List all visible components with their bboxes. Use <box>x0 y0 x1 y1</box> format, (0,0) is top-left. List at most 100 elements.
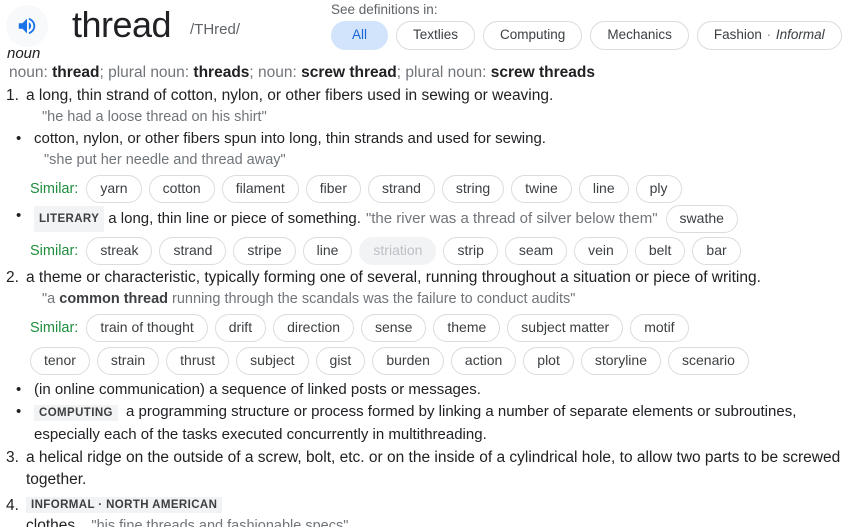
similar-label: Similar: <box>30 243 79 259</box>
filter-chip-fashion[interactable]: Fashion · Informal <box>696 21 842 50</box>
sense-definition: a long, thin strand of cotton, nylon, or… <box>26 87 554 104</box>
similar-row: tenor strain thrust subject gist burden … <box>4 347 851 375</box>
synonym-chip[interactable]: plot <box>523 347 574 375</box>
synonym-chip[interactable]: subject <box>236 347 309 375</box>
sense-definition: a theme or characteristic, typically for… <box>26 269 761 286</box>
sense-number: 3. <box>6 449 19 466</box>
synonym-chip[interactable]: drift <box>214 314 267 342</box>
synonym-chip[interactable]: gist <box>315 347 366 375</box>
form-value-1: thread <box>52 64 100 81</box>
see-definitions-in-label: See definitions in: <box>331 2 438 17</box>
category-filter-chips: All Textlies Computing Mechanics Fashion… <box>331 21 842 50</box>
sense-example: "he had a loose thread on his shirt" <box>42 109 267 125</box>
sense-1: 1. a long, thin strand of cotton, nylon,… <box>4 85 851 128</box>
synonym-chip-hovered[interactable]: striation <box>359 237 437 265</box>
synonym-chip[interactable]: scenario <box>668 347 749 375</box>
sense-3: 3. a helical ridge on the outside of a s… <box>4 447 851 491</box>
literary-definition: a long, thin line or piece of something. <box>108 210 361 227</box>
synonym-chip[interactable]: theme <box>433 314 501 342</box>
synonym-chip[interactable]: thrust <box>166 347 230 375</box>
literary-example: "the river was a thread of silver below … <box>365 210 658 227</box>
subsense-definition: cotton, nylon, or other fibers spun into… <box>34 130 546 147</box>
synonym-chip[interactable]: yarn <box>86 175 142 203</box>
chip-separator-dot: · <box>762 27 775 42</box>
similar-label: Similar: <box>30 320 79 336</box>
synonym-chip[interactable]: strain <box>96 347 160 375</box>
sense-number: 2. <box>6 269 19 286</box>
similar-block-1: Similar: yarn cotton filament fiber stra… <box>4 175 851 203</box>
synonym-chip[interactable]: train of thought <box>86 314 208 342</box>
synonym-chip[interactable]: twine <box>511 175 572 203</box>
synonym-chip[interactable]: storyline <box>580 347 661 375</box>
filter-chip-textlies[interactable]: Textlies <box>396 21 476 50</box>
synonym-chip[interactable]: fiber <box>305 175 361 203</box>
synonym-chip[interactable]: strip <box>443 237 498 265</box>
synonym-chip[interactable]: motif <box>630 314 689 342</box>
synonym-chip[interactable]: burden <box>372 347 444 375</box>
sense-1-subsense-example: "she put her needle and thread away" <box>44 152 286 168</box>
synonym-chip[interactable]: seam <box>504 237 568 265</box>
dictionary-header: thread /THred/ See definitions in: All T… <box>0 0 855 62</box>
synonym-chip[interactable]: sense <box>361 314 427 342</box>
similar-row: Similar: train of thought drift directio… <box>4 314 851 342</box>
synonym-chip[interactable]: strand <box>367 175 435 203</box>
register-tag-informal-north-american: INFORMAL · NORTH AMERICAN <box>26 497 223 513</box>
synonym-chip[interactable]: bar <box>692 237 741 265</box>
sense-example: "a common thread running through the sca… <box>26 289 851 310</box>
similar-row: Similar: streak strand stripe line stria… <box>4 237 851 265</box>
register-tag-computing: COMPUTING <box>34 405 118 421</box>
form-value-3: screw thread <box>301 64 397 81</box>
synonym-chip[interactable]: action <box>450 347 517 375</box>
similar-block-3: Similar: train of thought drift directio… <box>4 314 851 375</box>
synonym-chip[interactable]: strand <box>159 237 227 265</box>
dictionary-panel: thread /THred/ See definitions in: All T… <box>0 0 855 527</box>
sense-1-subsense: • cotton, nylon, or other fibers spun in… <box>14 128 851 150</box>
bullet-icon: • <box>16 403 22 420</box>
sense-definition: clothes. <box>26 517 80 527</box>
synonym-chip[interactable]: tenor <box>30 347 90 375</box>
synonym-chip[interactable]: vein <box>574 237 628 265</box>
synonym-chip[interactable]: belt <box>634 237 686 265</box>
synonym-chip[interactable]: subject matter <box>507 314 624 342</box>
similar-block-2: Similar: streak strand stripe line stria… <box>4 237 851 265</box>
register-tag-wrap: INFORMAL · NORTH AMERICAN <box>26 495 851 513</box>
example-post: running through the scandals was the fai… <box>168 291 576 307</box>
synonym-chip[interactable]: ply <box>635 175 682 203</box>
synonym-chip[interactable]: stripe <box>233 237 296 265</box>
sense-example: "his fine threads and fashionable specs" <box>91 518 349 527</box>
sense-number: 4. <box>6 497 19 514</box>
bullet-icon: • <box>16 381 22 398</box>
sense-number: 1. <box>6 87 19 104</box>
sense-definition: a helical ridge on the outside of a scre… <box>26 449 841 488</box>
filter-chip-fashion-suffix: Informal <box>775 27 825 42</box>
synonym-chip[interactable]: line <box>302 237 353 265</box>
synonym-chip[interactable]: direction <box>273 314 355 342</box>
literary-subsense: • LITERARY a long, thin line or piece of… <box>14 205 851 233</box>
similar-row: Similar: yarn cotton filament fiber stra… <box>4 175 851 203</box>
synonym-chip[interactable]: filament <box>221 175 299 203</box>
pronounce-audio-button[interactable] <box>6 5 48 47</box>
synonym-chip[interactable]: string <box>441 175 505 203</box>
synonym-chip[interactable]: line <box>578 175 629 203</box>
filter-chip-computing[interactable]: Computing <box>483 21 583 50</box>
sense-2-subsense-online: • (in online communication) a sequence o… <box>14 379 851 401</box>
form-label-3: ; noun: <box>249 64 302 81</box>
example-highlight: common thread <box>59 291 169 307</box>
speaker-icon <box>16 15 38 37</box>
synonym-chip[interactable]: streak <box>86 237 153 265</box>
sense-definition-row: clothes. "his fine threads and fashionabl… <box>26 515 851 527</box>
definitions-body: noun: thread; plural noun: threads; noun… <box>0 62 855 527</box>
synonym-chip[interactable]: cotton <box>148 175 215 203</box>
form-label-1: noun: <box>9 64 53 81</box>
filter-chip-all[interactable]: All <box>331 21 389 50</box>
page-title: thread <box>72 4 172 45</box>
part-of-speech: noun <box>7 45 41 62</box>
sense-2: 2. a theme or characteristic, typically … <box>4 267 851 310</box>
synonym-chip[interactable]: swathe <box>665 205 738 233</box>
bullet-icon: • <box>16 130 22 147</box>
subsense-definition: (in online communication) a sequence of … <box>34 381 481 398</box>
bullet-icon: • <box>16 207 22 224</box>
word-forms-line: noun: thread; plural noun: threads; noun… <box>4 62 851 85</box>
filter-chip-mechanics[interactable]: Mechanics <box>590 21 689 50</box>
phonetic-transcription: /THred/ <box>190 21 241 38</box>
